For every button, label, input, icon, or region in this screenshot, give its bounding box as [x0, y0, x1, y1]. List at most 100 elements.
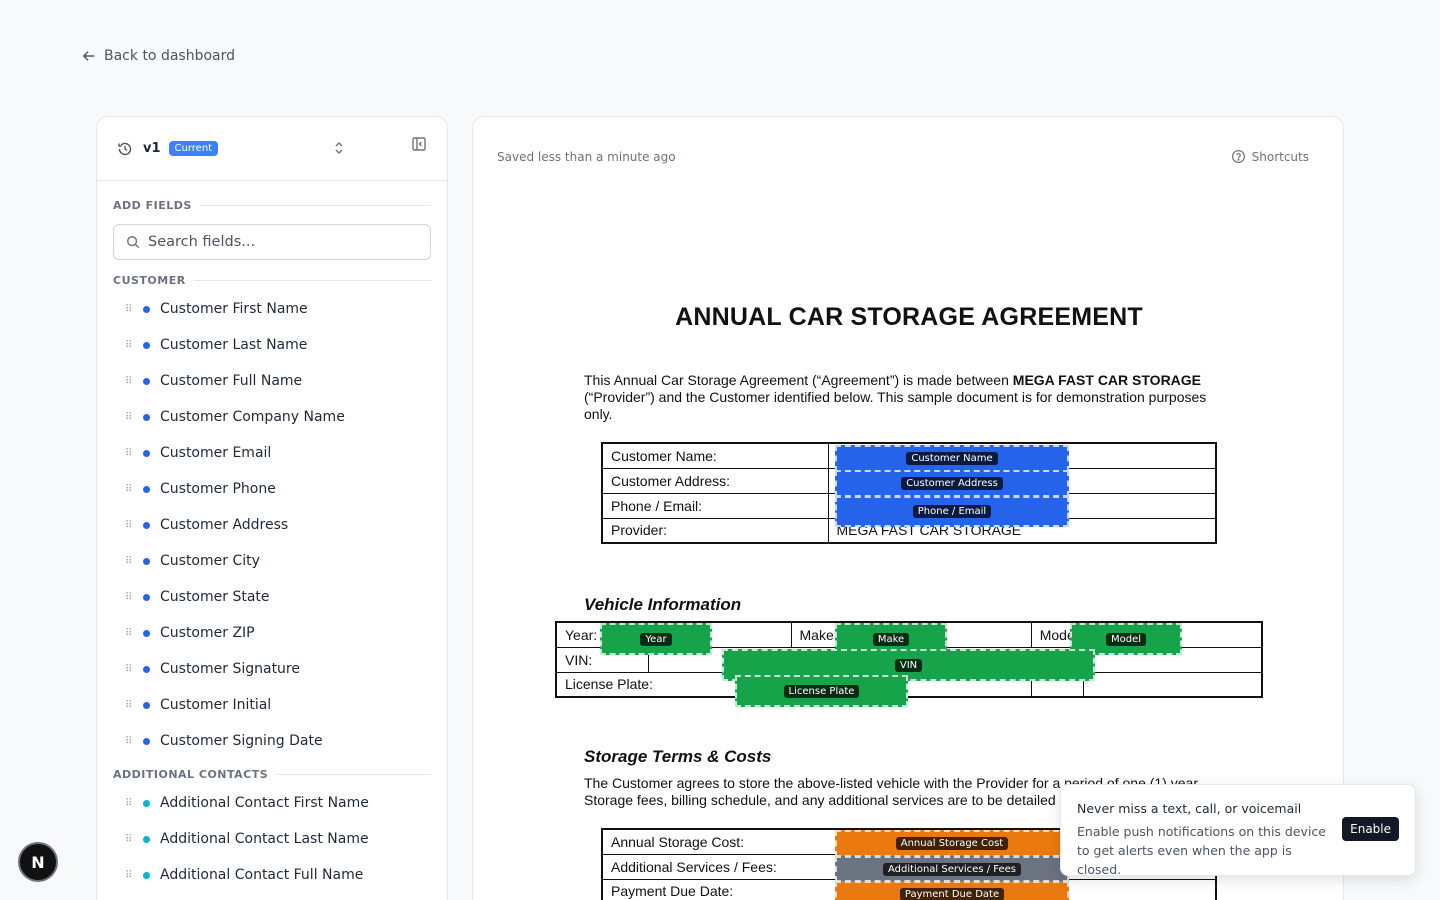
help-circle-icon	[1231, 149, 1245, 164]
field-list-item[interactable]: ⠿ Customer Address	[97, 507, 447, 543]
field-label: Customer Last Name	[160, 337, 308, 353]
field-list-item[interactable]: ⠿ Customer Signing Date	[97, 723, 447, 759]
intro-paragraph: This Annual Car Storage Agreement (“Agre…	[584, 372, 1224, 423]
field-label: Customer City	[160, 553, 260, 569]
field-label: Customer Address	[160, 517, 289, 533]
drag-handle-icon[interactable]: ⠿	[125, 484, 137, 495]
year-field[interactable]: Year	[600, 623, 712, 655]
field-label: Customer ZIP	[160, 625, 255, 641]
field-list-item[interactable]: ⠿ Customer Company Name	[97, 399, 447, 435]
field-list-item[interactable]: ⠿ Customer Full Name	[97, 363, 447, 399]
field-list-item[interactable]: ⠿ Customer Email	[97, 435, 447, 471]
field-list-item[interactable]: ⠿ Customer Initial	[97, 687, 447, 723]
field-label: Additional Contact First Name	[160, 795, 369, 811]
drag-handle-icon[interactable]: ⠿	[125, 304, 137, 315]
field-color-dot	[143, 737, 150, 745]
customer-address-field[interactable]: Customer Address	[835, 470, 1069, 497]
document-editor: ANNUAL CAR STORAGE AGREEMENT This Annual…	[472, 116, 1344, 900]
back-to-dashboard-link[interactable]: Back to dashboard	[82, 48, 235, 64]
field-label: Customer First Name	[160, 301, 308, 317]
party-label: Customer Address:	[601, 467, 829, 494]
search-icon	[127, 236, 140, 249]
field-label: Customer Initial	[160, 697, 272, 713]
drag-handle-icon[interactable]: ⠿	[125, 556, 137, 567]
party-label: Phone / Email:	[601, 492, 829, 519]
payment-due-date-field[interactable]: Payment Due Date	[835, 881, 1069, 900]
field-tag: License Plate	[783, 684, 860, 698]
search-box[interactable]	[113, 224, 431, 260]
notification-title: Never miss a text, call, or voicemail	[1077, 801, 1302, 816]
drag-handle-icon[interactable]: ⠿	[125, 340, 137, 351]
drag-handle-icon[interactable]: ⠿	[125, 412, 137, 423]
field-group-heading: CUSTOMER	[97, 274, 447, 287]
field-color-dot	[143, 629, 150, 637]
plate-cell-c	[1082, 671, 1263, 698]
field-list-item[interactable]: ⠿ Additional Contact Full Name	[97, 857, 447, 893]
field-tag: Customer Name	[906, 452, 998, 465]
field-tag: Model	[1105, 632, 1147, 646]
drag-handle-icon[interactable]: ⠿	[125, 736, 137, 747]
history-icon[interactable]	[117, 141, 133, 157]
field-tag: Payment Due Date	[899, 888, 1005, 900]
document-title: ANNUAL CAR STORAGE AGREEMENT	[675, 303, 1143, 331]
drag-handle-icon[interactable]: ⠿	[125, 870, 137, 881]
field-color-dot	[143, 557, 150, 565]
drag-handle-icon[interactable]: ⠿	[125, 700, 137, 711]
intro-text-pre: This Annual Car Storage Agreement (“Agre…	[584, 372, 1013, 388]
document-page: ANNUAL CAR STORAGE AGREEMENT This Annual…	[473, 117, 1343, 900]
vehicle-heading: Vehicle Information	[584, 595, 742, 614]
field-group-heading: ADDITIONAL CONTACTS	[97, 768, 447, 781]
field-label: Customer Company Name	[160, 409, 345, 425]
field-color-dot	[143, 593, 150, 601]
field-group-label: ADDITIONAL CONTACTS	[113, 768, 269, 781]
field-color-dot	[143, 377, 150, 385]
field-label: Additional Contact Last Name	[160, 831, 369, 847]
drag-handle-icon[interactable]: ⠿	[125, 798, 137, 809]
collapse-panel-icon[interactable]	[411, 136, 427, 152]
shortcuts-button[interactable]: Shortcuts	[1231, 149, 1309, 164]
field-list-item[interactable]: ⠿ Customer ZIP	[97, 615, 447, 651]
field-color-dot	[143, 701, 150, 709]
field-list-item[interactable]: ⠿ Customer Signature	[97, 651, 447, 687]
field-color-dot	[143, 305, 150, 313]
field-tag: Make	[872, 632, 910, 646]
chevron-up-down-icon[interactable]	[333, 139, 345, 157]
enable-notifications-button[interactable]: Enable	[1342, 817, 1399, 841]
field-list-item[interactable]: ⠿ Customer First Name	[97, 291, 447, 327]
additional-services-field[interactable]: Additional Services / Fees	[835, 856, 1069, 882]
field-tag: Year	[640, 632, 672, 646]
drag-handle-icon[interactable]: ⠿	[125, 520, 137, 531]
field-color-dot	[143, 799, 150, 807]
drag-handle-icon[interactable]: ⠿	[125, 376, 137, 387]
field-list-item[interactable]: ⠿ Additional Contact Last Name	[97, 821, 447, 857]
field-tag: VIN	[894, 658, 923, 672]
field-tag: Phone / Email	[912, 505, 992, 518]
party-label: Customer Name:	[601, 442, 829, 469]
field-color-dot	[143, 835, 150, 843]
drag-handle-icon[interactable]: ⠿	[125, 448, 137, 459]
search-input[interactable]	[148, 234, 418, 250]
field-list-item[interactable]: ⠿ Additional Contact First Name	[97, 785, 447, 821]
drag-handle-icon[interactable]: ⠿	[125, 628, 137, 639]
drag-handle-icon[interactable]: ⠿	[125, 834, 137, 845]
version-label: v1	[143, 141, 161, 156]
field-label: Customer Signing Date	[160, 733, 323, 749]
field-color-dot	[143, 413, 150, 421]
field-list-item[interactable]: ⠿ Customer Last Name	[97, 327, 447, 363]
intro-text-post: (“Provider”) and the Customer identified…	[584, 389, 1207, 422]
push-notification-prompt: Never miss a text, call, or voicemail En…	[1060, 784, 1416, 877]
drag-handle-icon[interactable]: ⠿	[125, 664, 137, 675]
field-color-dot	[143, 521, 150, 529]
field-list-item[interactable]: ⠿ Customer Phone	[97, 471, 447, 507]
field-list-item[interactable]: ⠿ Customer State	[97, 579, 447, 615]
drag-handle-icon[interactable]: ⠿	[125, 592, 137, 603]
field-list-item[interactable]: ⠿ Customer City	[97, 543, 447, 579]
phone-email-field[interactable]: Phone / Email	[835, 496, 1069, 527]
annual-storage-cost-field[interactable]: Annual Storage Cost	[835, 830, 1069, 857]
version-header: v1 Current	[97, 117, 447, 181]
app-avatar[interactable]: N	[18, 842, 58, 882]
field-tag: Customer Address	[901, 477, 1003, 490]
fields-sidebar: v1 Current ADD FIELDS CUSTOMER ⠿ Customer …	[96, 116, 448, 900]
customer-name-field[interactable]: Customer Name	[835, 445, 1069, 472]
license-plate-field[interactable]: License Plate	[735, 675, 908, 707]
